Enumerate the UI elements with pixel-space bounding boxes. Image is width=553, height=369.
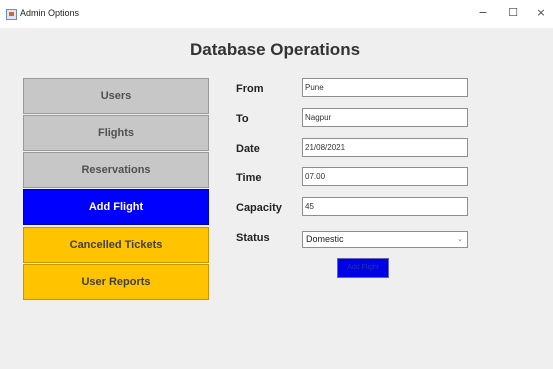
- window-title: Admin Options: [20, 8, 80, 18]
- capacity-label: Capacity: [236, 202, 282, 214]
- flights-button[interactable]: Flights: [23, 115, 209, 151]
- add-flight-nav-button[interactable]: Add Flight: [23, 189, 209, 225]
- users-button[interactable]: Users: [23, 78, 209, 114]
- close-button[interactable]: ×: [532, 5, 550, 21]
- add-flight-submit-button[interactable]: Add Flight: [337, 258, 389, 278]
- status-label: Status: [236, 232, 270, 244]
- cancelled-tickets-button[interactable]: Cancelled Tickets: [23, 227, 209, 263]
- reservations-button[interactable]: Reservations: [23, 152, 209, 188]
- time-input[interactable]: 07.00: [302, 167, 468, 186]
- minimize-button[interactable]: −: [474, 5, 492, 21]
- capacity-input[interactable]: 45: [302, 197, 468, 216]
- status-selected-value: Domestic: [306, 234, 344, 244]
- date-input[interactable]: 21/08/2021: [302, 138, 468, 157]
- page-title: Database Operations: [189, 40, 361, 59]
- window-titlebar: Admin Options − ☐ ×: [0, 0, 553, 28]
- date-label: Date: [236, 143, 260, 155]
- maximize-button[interactable]: ☐: [504, 5, 522, 21]
- from-label: From: [236, 83, 264, 95]
- user-reports-button[interactable]: User Reports: [23, 264, 209, 300]
- chevron-down-icon: ⌄: [457, 236, 463, 243]
- from-input[interactable]: Pune: [302, 78, 468, 97]
- status-select[interactable]: Domestic ⌄: [302, 231, 468, 248]
- to-input[interactable]: Nagpur: [302, 108, 468, 127]
- app-icon: [6, 9, 17, 20]
- time-label: Time: [236, 172, 262, 184]
- to-label: To: [236, 113, 249, 125]
